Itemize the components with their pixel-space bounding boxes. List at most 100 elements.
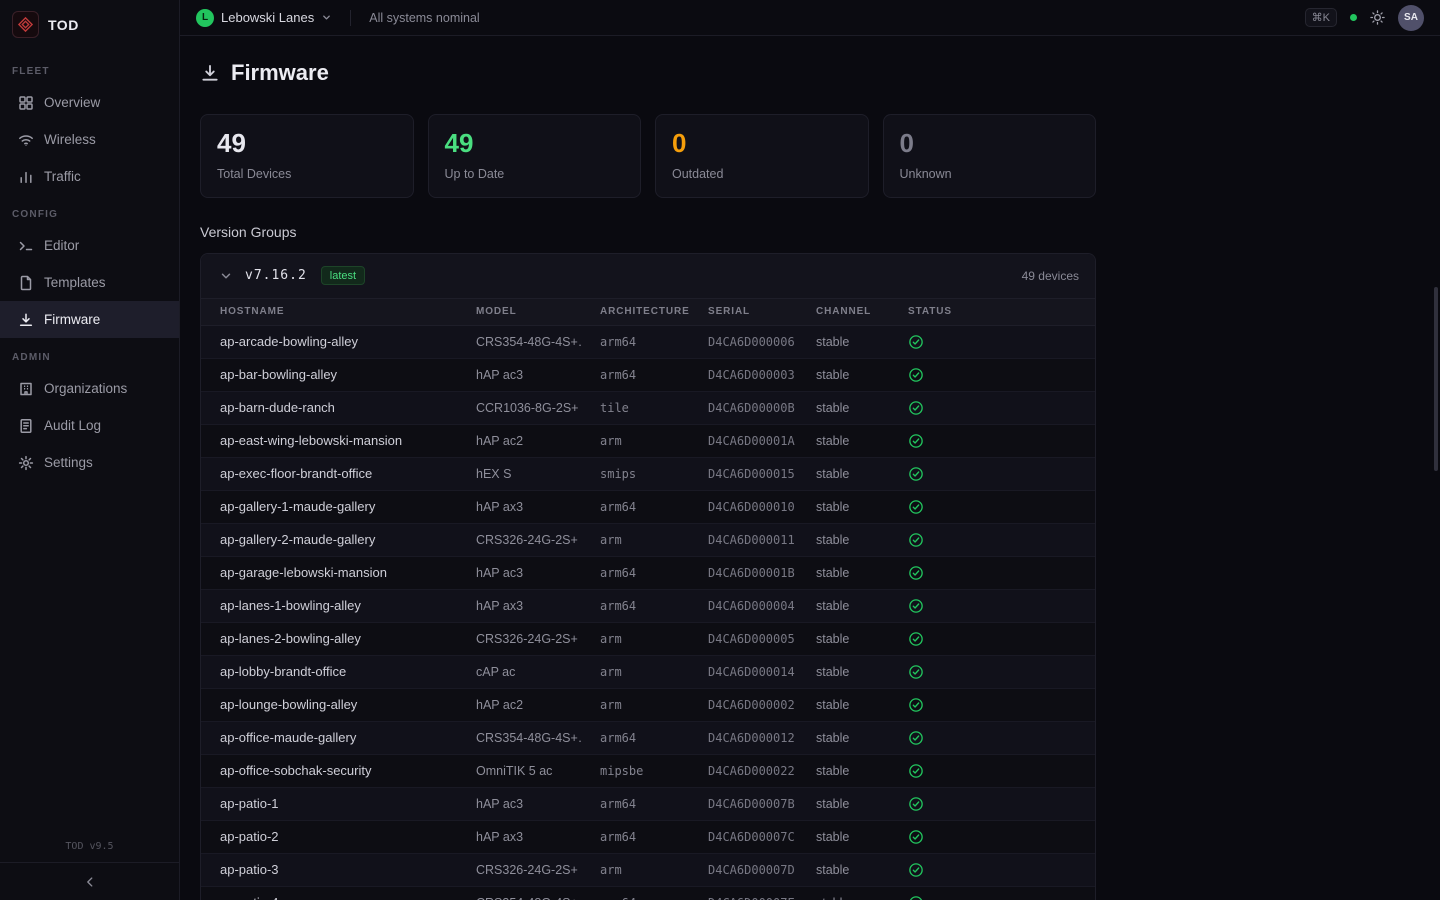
model-cell: hAP ax3 bbox=[457, 490, 581, 523]
table-row[interactable]: ap-gallery-2-maude-gallery CRS326-24G-2S… bbox=[201, 523, 1095, 556]
model-cell: hAP ax3 bbox=[457, 589, 581, 622]
table-row[interactable]: ap-garage-lebowski-mansion hAP ac3 arm64… bbox=[201, 556, 1095, 589]
stat-card: 0 Outdated bbox=[655, 114, 869, 198]
hostname-cell: ap-office-maude-gallery bbox=[201, 721, 457, 754]
model-cell: CRS354-48G-4S+… bbox=[457, 721, 581, 754]
architecture-cell: arm bbox=[581, 688, 689, 721]
hostname-cell: ap-lanes-2-bowling-alley bbox=[201, 622, 457, 655]
table-row[interactable]: ap-barn-dude-ranch CCR1036-8G-2S+ tile D… bbox=[201, 391, 1095, 424]
architecture-cell: arm64 bbox=[581, 325, 689, 358]
org-switcher[interactable]: L Lebowski Lanes bbox=[196, 9, 332, 27]
sidebar-item-editor[interactable]: Editor bbox=[0, 227, 179, 264]
architecture-cell: smips bbox=[581, 457, 689, 490]
table-row[interactable]: ap-patio-4 CRS354-48G-4S+… arm64 D4CA6D0… bbox=[201, 886, 1095, 900]
version-group-header[interactable]: v7.16.2 latest 49 devices bbox=[201, 254, 1095, 298]
status-ok-icon bbox=[908, 697, 924, 713]
bar-chart-icon bbox=[18, 169, 34, 185]
status-ok-icon bbox=[908, 730, 924, 746]
hostname-cell: ap-lanes-1-bowling-alley bbox=[201, 589, 457, 622]
nav-section-fleet: FLEET bbox=[0, 66, 179, 77]
column-header-channel: CHANNEL bbox=[797, 298, 889, 325]
chevron-down-icon[interactable] bbox=[219, 269, 233, 283]
model-cell: hAP ax3 bbox=[457, 820, 581, 853]
status-ok-icon bbox=[908, 532, 924, 548]
model-cell: CRS354-48G-4S+… bbox=[457, 886, 581, 900]
table-row[interactable]: ap-patio-3 CRS326-24G-2S+ arm D4CA6D0000… bbox=[201, 853, 1095, 886]
firmware-download-icon bbox=[200, 63, 220, 83]
status-cell bbox=[889, 358, 1095, 391]
status-ok-icon bbox=[908, 631, 924, 647]
model-cell: hAP ac3 bbox=[457, 787, 581, 820]
table-row[interactable]: ap-arcade-bowling-alley CRS354-48G-4S+… … bbox=[201, 325, 1095, 358]
status-cell bbox=[889, 523, 1095, 556]
version-group-panel: v7.16.2 latest 49 devices HOSTNAME MODEL bbox=[200, 253, 1096, 900]
scrollbar[interactable] bbox=[1434, 287, 1438, 471]
device-count: 49 devices bbox=[1022, 269, 1079, 283]
column-header-architecture: ARCHITECTURE bbox=[581, 298, 689, 325]
model-cell: cAP ac bbox=[457, 655, 581, 688]
serial-cell: D4CA6D00001A bbox=[689, 424, 797, 457]
hostname-cell: ap-patio-1 bbox=[201, 787, 457, 820]
version-label: v7.16.2 bbox=[245, 268, 307, 283]
sidebar-item-templates[interactable]: Templates bbox=[0, 264, 179, 301]
serial-cell: D4CA6D000003 bbox=[689, 358, 797, 391]
chevron-left-icon bbox=[83, 875, 97, 889]
status-cell bbox=[889, 754, 1095, 787]
sidebar-item-firmware[interactable]: Firmware bbox=[0, 301, 179, 338]
theme-toggle-button[interactable] bbox=[1370, 10, 1385, 25]
channel-cell: stable bbox=[797, 622, 889, 655]
serial-cell: D4CA6D00007B bbox=[689, 787, 797, 820]
app-logo: TOD bbox=[0, 0, 179, 52]
table-row[interactable]: ap-patio-2 hAP ax3 arm64 D4CA6D00007C st… bbox=[201, 820, 1095, 853]
table-row[interactable]: ap-lanes-2-bowling-alley CRS326-24G-2S+ … bbox=[201, 622, 1095, 655]
sidebar-collapse-button[interactable] bbox=[0, 862, 179, 900]
serial-cell: D4CA6D000010 bbox=[689, 490, 797, 523]
table-header-row: HOSTNAME MODEL ARCHITECTURE SERIAL CHANN… bbox=[201, 298, 1095, 325]
table-row[interactable]: ap-bar-bowling-alley hAP ac3 arm64 D4CA6… bbox=[201, 358, 1095, 391]
table-row[interactable]: ap-office-maude-gallery CRS354-48G-4S+… … bbox=[201, 721, 1095, 754]
gear-icon bbox=[18, 455, 34, 471]
sidebar-item-settings[interactable]: Settings bbox=[0, 444, 179, 481]
user-avatar[interactable]: SA bbox=[1398, 5, 1424, 31]
status-cell bbox=[889, 721, 1095, 754]
channel-cell: stable bbox=[797, 787, 889, 820]
table-row[interactable]: ap-lobby-brandt-office cAP ac arm D4CA6D… bbox=[201, 655, 1095, 688]
brand-diamond-icon bbox=[12, 11, 39, 38]
sidebar-item-traffic[interactable]: Traffic bbox=[0, 158, 179, 195]
status-ok-icon bbox=[908, 862, 924, 878]
sidebar-item-audit-log[interactable]: Audit Log bbox=[0, 407, 179, 444]
serial-cell: D4CA6D000011 bbox=[689, 523, 797, 556]
table-row[interactable]: ap-patio-1 hAP ac3 arm64 D4CA6D00007B st… bbox=[201, 787, 1095, 820]
table-row[interactable]: ap-office-sobchak-security OmniTIK 5 ac … bbox=[201, 754, 1095, 787]
channel-cell: stable bbox=[797, 556, 889, 589]
command-palette-shortcut[interactable]: ⌘K bbox=[1305, 8, 1337, 27]
column-header-status: STATUS bbox=[889, 298, 1095, 325]
status-ok-icon bbox=[908, 499, 924, 515]
table-row[interactable]: ap-east-wing-lebowski-mansion hAP ac2 ar… bbox=[201, 424, 1095, 457]
architecture-cell: arm bbox=[581, 622, 689, 655]
hostname-cell: ap-office-sobchak-security bbox=[201, 754, 457, 787]
table-row[interactable]: ap-lounge-bowling-alley hAP ac2 arm D4CA… bbox=[201, 688, 1095, 721]
app-name: TOD bbox=[48, 17, 79, 33]
sidebar-item-label: Traffic bbox=[44, 169, 81, 184]
model-cell: hAP ac2 bbox=[457, 688, 581, 721]
table-row[interactable]: ap-gallery-1-maude-gallery hAP ax3 arm64… bbox=[201, 490, 1095, 523]
sidebar-item-wireless[interactable]: Wireless bbox=[0, 121, 179, 158]
status-ok-icon bbox=[908, 367, 924, 383]
sidebar-item-organizations[interactable]: Organizations bbox=[0, 370, 179, 407]
stat-value: 49 bbox=[217, 129, 397, 158]
status-ok-icon bbox=[908, 895, 924, 900]
status-cell bbox=[889, 886, 1095, 900]
channel-cell: stable bbox=[797, 424, 889, 457]
channel-cell: stable bbox=[797, 325, 889, 358]
model-cell: CRS326-24G-2S+ bbox=[457, 523, 581, 556]
table-row[interactable]: ap-lanes-1-bowling-alley hAP ax3 arm64 D… bbox=[201, 589, 1095, 622]
main-content: Firmware 49 Total Devices 49 Up to Date … bbox=[180, 36, 1440, 900]
sidebar-item-overview[interactable]: Overview bbox=[0, 84, 179, 121]
status-cell bbox=[889, 391, 1095, 424]
channel-cell: stable bbox=[797, 820, 889, 853]
table-row[interactable]: ap-exec-floor-brandt-office hEX S smips … bbox=[201, 457, 1095, 490]
hostname-cell: ap-lobby-brandt-office bbox=[201, 655, 457, 688]
sidebar-item-label: Settings bbox=[44, 455, 93, 470]
hostname-cell: ap-bar-bowling-alley bbox=[201, 358, 457, 391]
